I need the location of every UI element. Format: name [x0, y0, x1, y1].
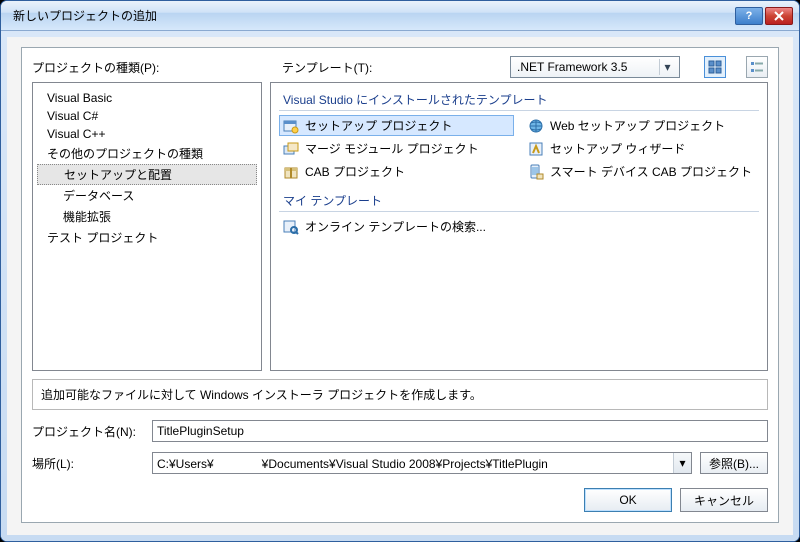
- tree-item[interactable]: 機能拡張: [37, 206, 257, 227]
- dialog-buttons: OK キャンセル: [32, 488, 768, 512]
- view-small-icons-button[interactable]: [746, 56, 768, 78]
- dialog-inner: プロジェクトの種類(P): テンプレート(T): .NET Framework …: [21, 47, 779, 523]
- template-group-header: Visual Studio にインストールされたテンプレート: [279, 87, 759, 111]
- project-name-input[interactable]: [152, 420, 768, 442]
- help-button[interactable]: ?: [735, 7, 763, 25]
- template-web-setup[interactable]: Web セットアップ プロジェクト: [524, 115, 759, 136]
- chevron-down-icon: ▾: [659, 59, 675, 75]
- tree-item-setup-deploy[interactable]: セットアップと配置: [37, 164, 257, 185]
- dialog-title: 新しいプロジェクトの追加: [13, 7, 733, 24]
- setup-icon: [283, 118, 299, 134]
- merge-icon: [283, 141, 299, 157]
- view-large-icons-button[interactable]: [704, 56, 726, 78]
- template-label: CAB プロジェクト: [305, 163, 405, 180]
- tree-item[interactable]: Visual C#: [37, 107, 257, 125]
- template-smart-cab[interactable]: スマート デバイス CAB プロジェクト: [524, 161, 759, 182]
- tree-item[interactable]: Visual C++: [37, 125, 257, 143]
- framework-selected: .NET Framework 3.5: [517, 60, 655, 74]
- template-label: スマート デバイス CAB プロジェクト: [550, 163, 752, 180]
- close-button[interactable]: [765, 7, 793, 25]
- dialog-window: 新しいプロジェクトの追加 ? プロジェクトの種類(P): テンプレート(T): …: [0, 0, 800, 542]
- device-cab-icon: [528, 164, 544, 180]
- template-label: オンライン テンプレートの検索...: [305, 218, 486, 235]
- chevron-down-icon[interactable]: ▾: [673, 453, 691, 473]
- template-label: セットアップ プロジェクト: [305, 117, 452, 134]
- tree-item[interactable]: データベース: [37, 185, 257, 206]
- template-setup-project[interactable]: セットアップ プロジェクト: [279, 115, 514, 136]
- project-name-row: プロジェクト名(N):: [32, 420, 768, 442]
- location-row: 場所(L): ▾ 参照(B)...: [32, 452, 768, 474]
- tree-item[interactable]: テスト プロジェクト: [37, 227, 257, 248]
- template-cab[interactable]: CAB プロジェクト: [279, 161, 514, 182]
- panes: Visual Basic Visual C# Visual C++ その他のプロ…: [32, 82, 768, 371]
- location-input[interactable]: [153, 453, 673, 473]
- project-name-label: プロジェクト名(N):: [32, 423, 152, 440]
- template-group-header: マイ テンプレート: [279, 188, 759, 212]
- template-label: マージ モジュール プロジェクト: [305, 140, 479, 157]
- close-icon: [774, 11, 784, 21]
- globe-icon: [528, 118, 544, 134]
- wizard-icon: [528, 141, 544, 157]
- tree-item[interactable]: その他のプロジェクトの種類: [37, 143, 257, 164]
- location-combo[interactable]: ▾: [152, 452, 692, 474]
- cancel-button[interactable]: キャンセル: [680, 488, 768, 512]
- templates-list[interactable]: Visual Studio にインストールされたテンプレート セットアップ プロ…: [270, 82, 768, 371]
- ok-button[interactable]: OK: [584, 488, 672, 512]
- project-types-label: プロジェクトの種類(P):: [32, 59, 262, 76]
- template-merge-module[interactable]: マージ モジュール プロジェクト: [279, 138, 514, 159]
- template-label: Web セットアップ プロジェクト: [550, 117, 725, 134]
- cab-icon: [283, 164, 299, 180]
- top-row: プロジェクトの種類(P): テンプレート(T): .NET Framework …: [32, 56, 768, 78]
- template-label: セットアップ ウィザード: [550, 140, 685, 157]
- project-types-tree[interactable]: Visual Basic Visual C# Visual C++ その他のプロ…: [32, 82, 262, 371]
- titlebar[interactable]: 新しいプロジェクトの追加 ?: [1, 1, 799, 31]
- tree-item[interactable]: Visual Basic: [37, 89, 257, 107]
- template-setup-wizard[interactable]: セットアップ ウィザード: [524, 138, 759, 159]
- small-icons-icon: [750, 60, 764, 74]
- search-icon: [283, 219, 299, 235]
- description-text: 追加可能なファイルに対して Windows インストーラ プロジェクトを作成しま…: [32, 379, 768, 410]
- large-icons-icon: [708, 60, 722, 74]
- dialog-client: プロジェクトの種類(P): テンプレート(T): .NET Framework …: [1, 31, 799, 541]
- framework-dropdown[interactable]: .NET Framework 3.5 ▾: [510, 56, 680, 78]
- location-label: 場所(L):: [32, 455, 152, 472]
- template-search-online[interactable]: オンライン テンプレートの検索...: [279, 216, 514, 237]
- browse-button[interactable]: 参照(B)...: [700, 452, 768, 474]
- templates-label: テンプレート(T):: [282, 59, 372, 76]
